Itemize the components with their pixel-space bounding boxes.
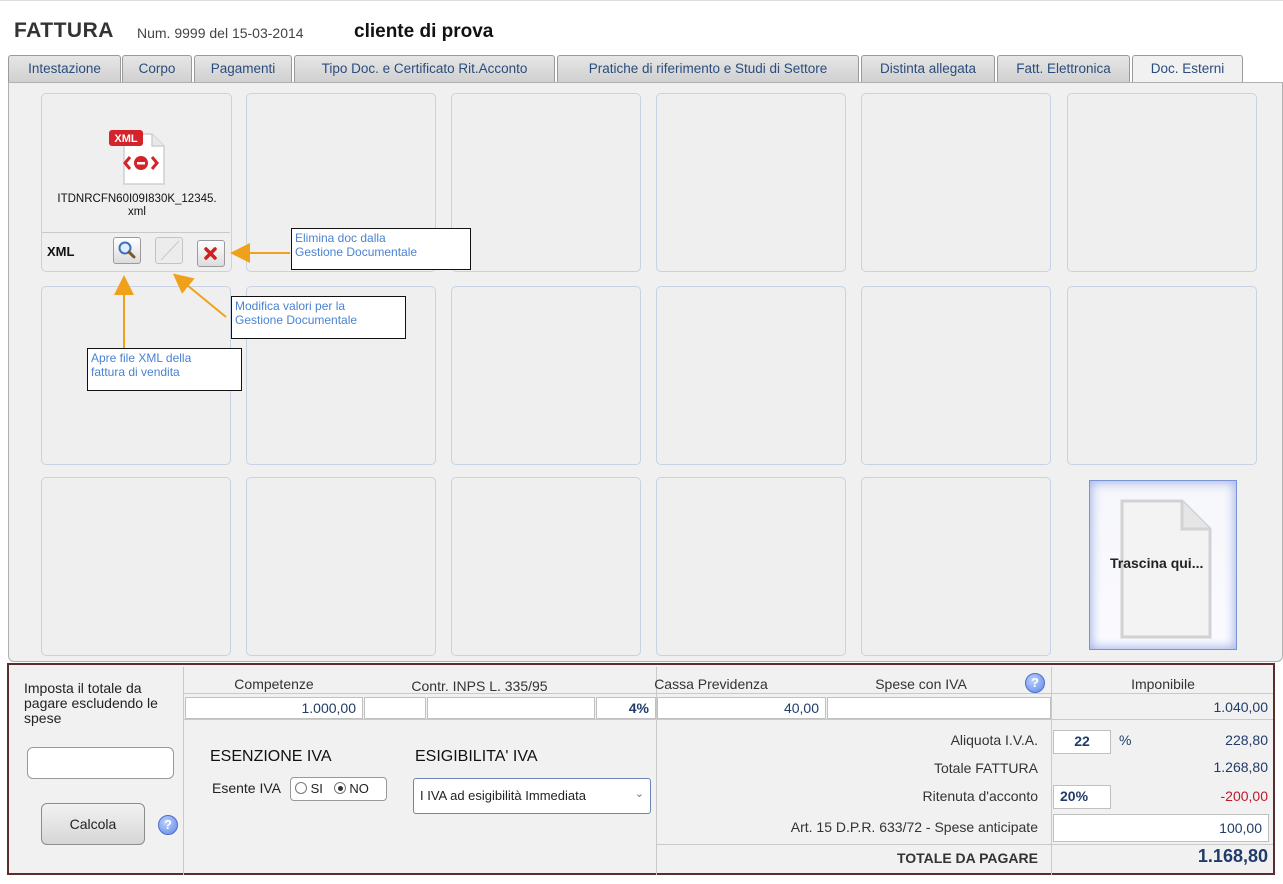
divider xyxy=(183,667,184,875)
divider xyxy=(183,719,1273,720)
spese-iva-value[interactable] xyxy=(827,697,1051,719)
cassa-value[interactable]: 40,00 xyxy=(657,697,826,719)
esenzione-iva-title: ESENZIONE IVA xyxy=(210,748,332,765)
art15-label: Art. 15 D.P.R. 633/72 - Spese anticipate xyxy=(790,819,1038,835)
art15-value[interactable]: 100,00 xyxy=(1053,814,1269,842)
help-icon[interactable]: ? xyxy=(158,815,178,835)
header-competenze: Competenze xyxy=(234,676,314,692)
divider xyxy=(183,693,1273,694)
callout-edit: Modifica valori per la Gestione Documenta… xyxy=(231,296,406,339)
totale-fattura-value: 1.268,80 xyxy=(1213,759,1269,775)
drop-zone[interactable]: Trascina qui... xyxy=(1089,480,1237,650)
ritenuta-label: Ritenuta d'acconto xyxy=(922,788,1038,804)
cassa-perc[interactable]: 4% xyxy=(596,697,656,719)
totale-da-pagare-value: 1.168,80 xyxy=(1197,846,1268,866)
ritenuta-perc[interactable]: 20% xyxy=(1053,785,1111,809)
esigibilita-select[interactable]: I IVA ad esigibilità Immediata ⌄ xyxy=(413,778,651,814)
totale-fattura-label: Totale FATTURA xyxy=(934,760,1038,776)
contr-inps-value[interactable] xyxy=(427,697,595,719)
aliquota-perc[interactable]: 22 xyxy=(1053,730,1111,754)
chevron-down-icon: ⌄ xyxy=(634,788,644,800)
contr-inps-perc[interactable] xyxy=(364,697,426,719)
callout-open: Apre file XML della fattura di vendita xyxy=(87,348,242,391)
esente-iva-label: Esente IVA xyxy=(212,780,282,796)
divider xyxy=(656,844,1273,845)
drop-zone-label: Trascina qui... xyxy=(1110,555,1204,571)
esigibilita-selected: I IVA ad esigibilità Immediata xyxy=(420,788,586,803)
radio-no-label: NO xyxy=(349,781,369,796)
totale-da-pagare-label: TOTALE DA PAGARE xyxy=(896,850,1038,866)
percent-sign: % xyxy=(1119,732,1132,748)
header-contr-inps: Contr. INPS L. 335/95 xyxy=(411,678,548,694)
esente-iva-radio-group: SI NO xyxy=(290,777,387,801)
total-override-input[interactable] xyxy=(27,747,174,779)
aliquota-value: 228,80 xyxy=(1225,732,1268,748)
help-icon[interactable]: ? xyxy=(1025,673,1045,693)
radio-si[interactable] xyxy=(295,782,307,794)
aliquota-label: Aliquota I.V.A. xyxy=(950,732,1038,748)
header-spese-iva: Spese con IVA xyxy=(875,676,967,692)
ritenuta-value: -200,00 xyxy=(1220,788,1268,804)
callout-delete: Elimina doc dalla Gestione Documentale xyxy=(291,228,471,270)
imponibile-value: 1.040,00 xyxy=(1213,699,1269,715)
header-imponibile: Imponibile xyxy=(1131,676,1195,692)
esigibilita-iva-title: ESIGIBILITA' IVA xyxy=(415,748,538,765)
competenze-value[interactable]: 1.000,00 xyxy=(185,697,363,719)
calcola-button[interactable]: Calcola xyxy=(41,803,145,845)
radio-no[interactable] xyxy=(333,782,346,794)
header-cassa-previdenza: Cassa Previdenza xyxy=(654,676,768,692)
total-override-hint: Imposta il totale da pagare escludendo l… xyxy=(24,680,158,726)
radio-si-label: SI xyxy=(310,781,323,796)
